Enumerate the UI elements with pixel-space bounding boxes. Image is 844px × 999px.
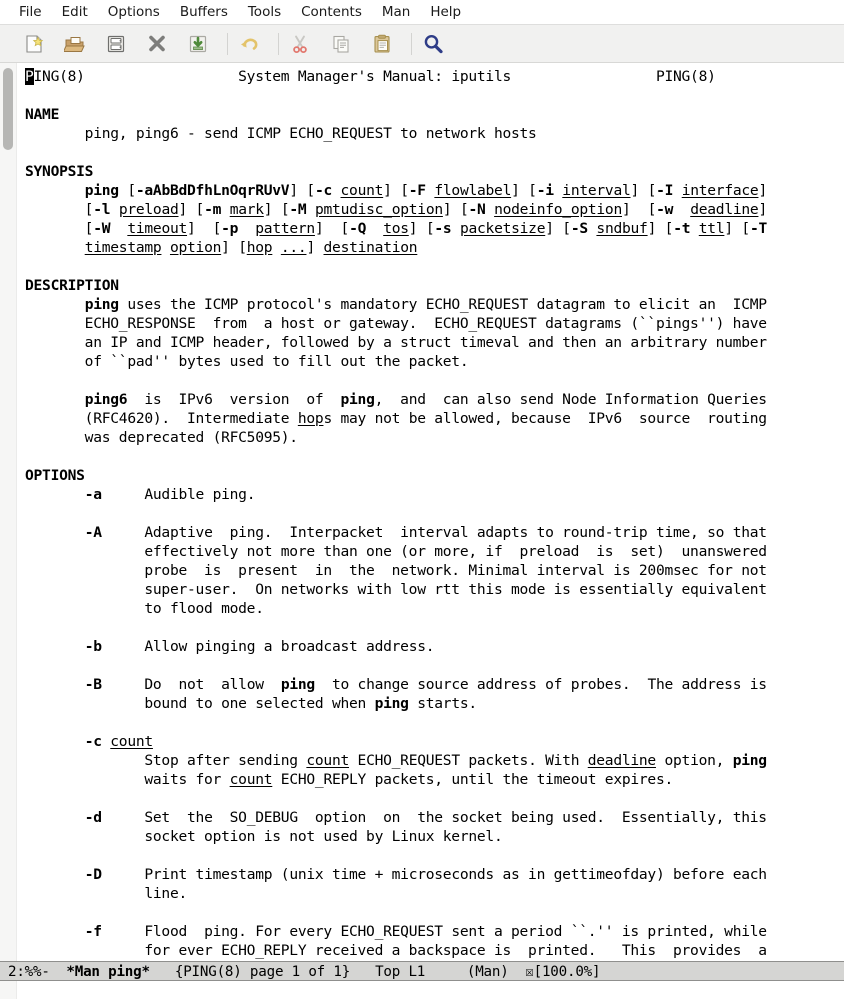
man-page-content: PING(8) System Manager's Manual: iputils… [25,68,768,959]
tool-bar [0,25,844,63]
cut-icon [293,35,307,53]
new-file-icon [26,34,44,53]
menu-buffers[interactable]: Buffers [170,0,238,24]
man-page-text[interactable]: PING(8) System Manager's Manual: iputils… [17,63,844,961]
menu-tools[interactable]: Tools [238,0,291,24]
menu-file[interactable]: File [9,0,52,24]
mode-line-percent: [100.0%] [533,964,601,980]
paste-icon [374,34,390,53]
emacs-window: File Edit Options Buffers Tools Contents… [0,0,844,999]
save-as-icon [189,35,207,52]
mail-icon: ☒ [525,964,534,980]
open-file-icon [64,36,85,52]
minibuffer-text[interactable] [17,981,844,999]
close-buffer-button[interactable] [145,32,169,56]
cut-button[interactable] [288,32,312,56]
text-cursor: P [25,68,34,85]
mode-line-position: Top L1 [375,964,426,980]
scrollbar-thumb[interactable] [3,68,13,150]
menu-edit[interactable]: Edit [52,0,98,24]
new-file-button[interactable] [22,32,46,56]
buffer-area: PING(8) System Manager's Manual: iputils… [0,63,844,961]
copy-icon [333,35,349,53]
mode-line-major-mode: (Man) [466,964,509,980]
vertical-scrollbar[interactable] [0,63,17,961]
toolbar-separator [278,32,279,55]
toolbar-separator [411,32,412,55]
search-icon [424,34,443,53]
mode-line-page-info: {PING(8) page 1 of 1} [174,964,351,980]
minibuffer-gutter [0,981,17,999]
copy-button[interactable] [329,32,353,56]
save-icon [107,35,125,52]
menu-options[interactable]: Options [98,0,170,24]
open-file-button[interactable] [63,32,87,56]
menu-help[interactable]: Help [420,0,471,24]
save-button[interactable] [104,32,128,56]
menu-contents[interactable]: Contents [291,0,372,24]
menu-man[interactable]: Man [372,0,420,24]
minibuffer[interactable] [0,981,844,999]
undo-icon [241,38,258,50]
write-file-button[interactable] [186,32,210,56]
paste-button[interactable] [370,32,394,56]
toolbar-separator [227,32,228,55]
search-button[interactable] [421,32,445,56]
mode-line[interactable]: 2:%%- *Man ping* {PING(8) page 1 of 1} T… [0,961,844,981]
mode-line-coding: 2:%%- [8,964,50,980]
menu-bar: File Edit Options Buffers Tools Contents… [0,0,844,25]
mode-line-buffer-name: *Man ping* [66,964,150,980]
undo-button[interactable] [237,32,261,56]
close-icon [149,35,165,51]
